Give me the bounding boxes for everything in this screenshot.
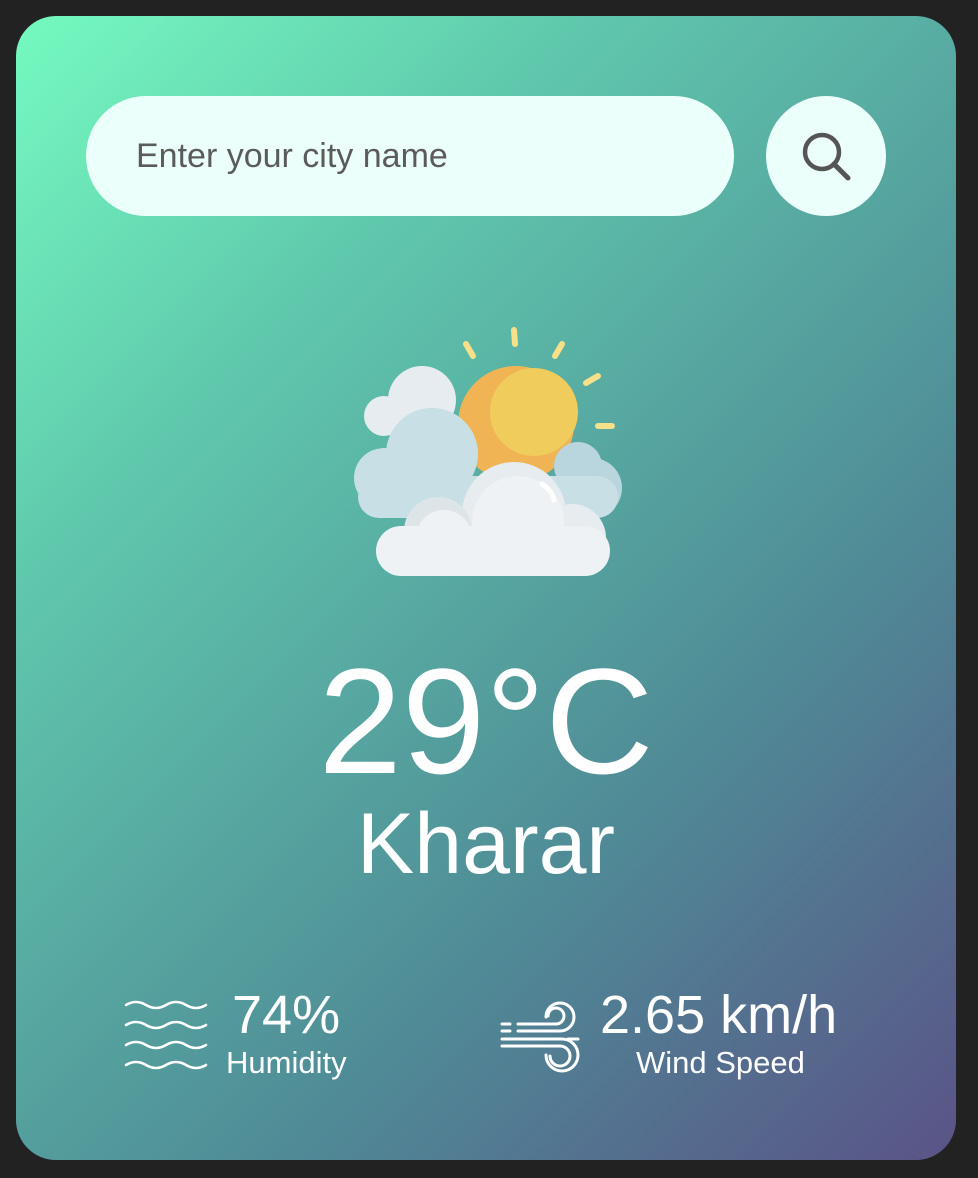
search-bar	[86, 96, 886, 216]
partly-cloudy-icon	[354, 327, 622, 576]
wind-speed-value: 2.65 km/h	[600, 985, 838, 1045]
wind-detail: 2.65 km/h Wind Speed	[498, 981, 858, 1091]
humidity-waves-icon	[124, 1000, 208, 1070]
search-icon	[802, 132, 851, 181]
weather-card: 29°C Kharar 74% Humidity	[16, 16, 956, 1160]
city-name: Kharar	[356, 796, 616, 892]
search-button[interactable]	[766, 96, 886, 216]
temperature-value: 29°C	[318, 637, 654, 805]
weather-details: 74% Humidity 2.65 km/h Wind Speed	[16, 981, 956, 1091]
search-input[interactable]	[86, 96, 734, 216]
wind-icon	[500, 1001, 580, 1073]
wind-speed-label: Wind Speed	[636, 1045, 805, 1080]
humidity-label: Humidity	[226, 1045, 347, 1080]
humidity-detail: 74% Humidity	[124, 981, 364, 1091]
humidity-value: 74%	[232, 985, 341, 1045]
